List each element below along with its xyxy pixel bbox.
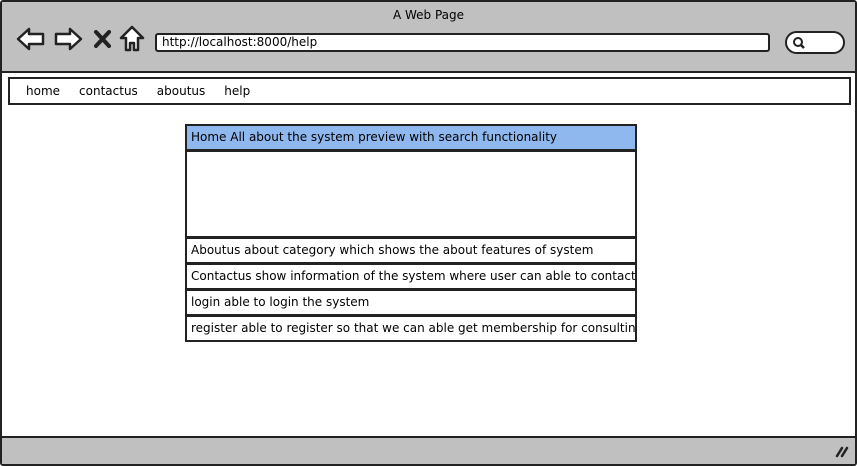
forward-arrow-icon[interactable] bbox=[53, 26, 83, 52]
nav-item-aboutus[interactable]: aboutus bbox=[157, 84, 205, 98]
browser-window: A Web Page http://localhost:8000/help ho… bbox=[0, 0, 857, 466]
nav-item-contactus[interactable]: contactus bbox=[79, 84, 138, 98]
search-box[interactable] bbox=[785, 31, 845, 54]
list-item[interactable]: Contactus show information of the system… bbox=[185, 263, 637, 290]
list-item[interactable]: register able to register so that we can… bbox=[185, 315, 637, 342]
nav-bar: home contactus aboutus help bbox=[8, 77, 851, 105]
nav-item-home[interactable]: home bbox=[26, 84, 60, 98]
status-bar bbox=[2, 436, 855, 464]
resize-grip-icon[interactable] bbox=[835, 444, 849, 458]
browser-toolbar: A Web Page http://localhost:8000/help bbox=[2, 2, 855, 73]
list-item[interactable]: login able to login the system bbox=[185, 289, 637, 316]
list-item[interactable]: Aboutus about category which shows the a… bbox=[185, 237, 637, 264]
home-preview-area bbox=[185, 150, 637, 238]
close-x-icon[interactable] bbox=[93, 29, 113, 49]
list-item-home[interactable]: Home All about the system preview with s… bbox=[185, 124, 637, 151]
search-icon bbox=[793, 37, 805, 49]
back-arrow-icon[interactable] bbox=[16, 26, 46, 52]
window-title: A Web Page bbox=[392, 8, 465, 22]
help-list: Home All about the system preview with s… bbox=[185, 124, 637, 342]
home-icon[interactable] bbox=[119, 25, 145, 52]
nav-item-help[interactable]: help bbox=[224, 84, 250, 98]
address-bar[interactable]: http://localhost:8000/help bbox=[155, 33, 770, 52]
